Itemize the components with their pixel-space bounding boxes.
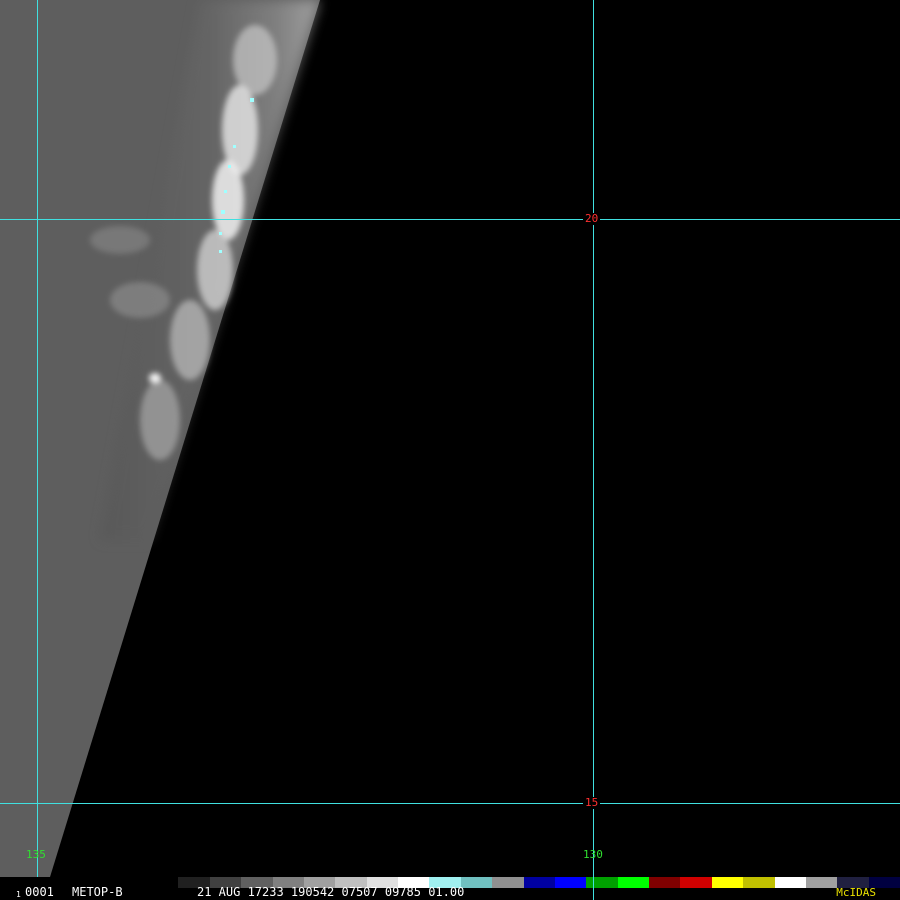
- latitude-label-15: 15: [583, 796, 601, 809]
- colorbar-segment: [586, 877, 619, 888]
- longitude-line-130: [593, 0, 594, 877]
- colorbar-segment: [554, 877, 587, 888]
- colorbar-segment: [743, 877, 775, 888]
- colorbar-segment: [805, 877, 838, 888]
- colorbar-segment: [711, 877, 744, 888]
- colorbar-segment: [523, 877, 556, 888]
- latitude-line-20: [0, 219, 900, 220]
- latitude-label-20: 20: [583, 212, 601, 225]
- frame-number: 0001: [25, 885, 54, 899]
- longitude-label-135: 135: [26, 848, 46, 861]
- colorbar-segment: [617, 877, 650, 888]
- colorbar-marker: [593, 877, 594, 900]
- longitude-line-135: [37, 0, 38, 877]
- colorbar-segment: [774, 877, 807, 888]
- frame-marker: 1: [16, 890, 21, 899]
- satellite-viewport: 20 15 135 130: [0, 0, 900, 877]
- colorbar-segment: [460, 877, 493, 888]
- colorbar-segment: [649, 877, 681, 888]
- image-header-line: 21 AUG 17233 190542 07507 09785 01.00: [197, 885, 465, 899]
- longitude-label-130: 130: [583, 848, 603, 861]
- satellite-imagery: [0, 0, 320, 877]
- colorbar-segment: [680, 877, 713, 888]
- latitude-line-15: [0, 803, 900, 804]
- colorbar-segment: [147, 877, 179, 888]
- mcidas-brand: McIDAS: [836, 886, 876, 899]
- colorbar-segment: [492, 877, 524, 888]
- satellite-name: METOP-B: [72, 885, 123, 899]
